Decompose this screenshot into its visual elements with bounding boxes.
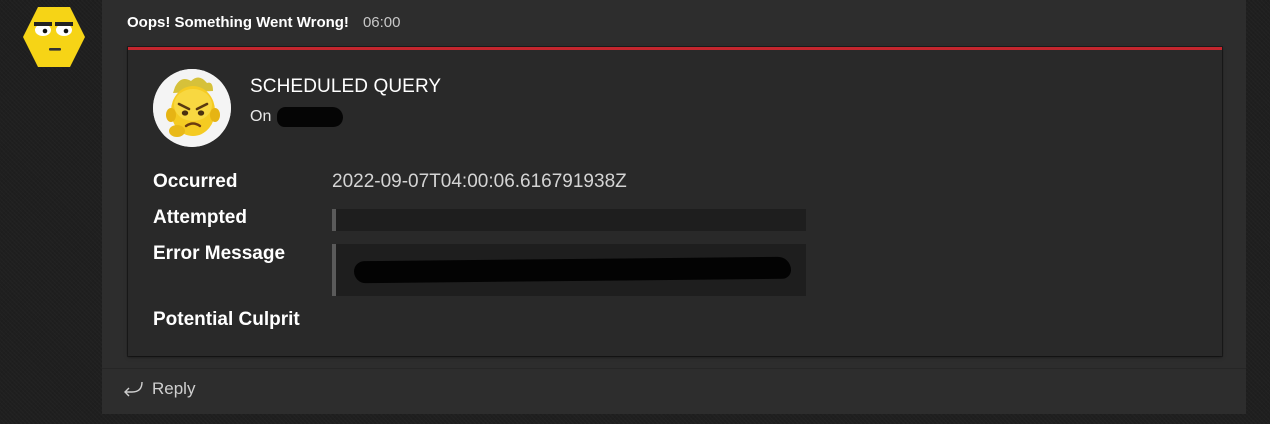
sender-avatar-icon[interactable]	[22, 6, 86, 68]
fact-label-potential-culprit: Potential Culprit	[153, 309, 300, 330]
message-header: Oops! Something Went Wrong! 06:00	[127, 14, 400, 31]
reply-bar: Reply	[102, 368, 1246, 414]
adaptive-card: SCHEDULED QUERY On Occurred 2022-09-07T0…	[128, 47, 1222, 356]
fact-value-error-message	[332, 244, 806, 296]
fact-label-error-message: Error Message	[153, 243, 286, 264]
fact-label-attempted: Attempted	[153, 207, 247, 228]
redaction-mark	[277, 107, 344, 127]
reply-arrow-icon	[122, 379, 144, 399]
fact-label-occurred: Occurred	[153, 171, 238, 192]
message-timestamp: 06:00	[362, 14, 401, 31]
card-subtitle: On	[250, 107, 344, 127]
card-subtitle-prefix: On	[250, 108, 272, 125]
reply-button[interactable]: Reply	[122, 379, 195, 399]
reply-label: Reply	[152, 379, 196, 398]
redaction-mark	[353, 256, 792, 284]
fact-value-occurred: 2022-09-07T04:00:06.616791938Z	[332, 171, 627, 192]
angry-face-icon	[153, 69, 231, 147]
fact-value-attempted	[332, 209, 806, 231]
sender-name[interactable]: Oops! Something Went Wrong!	[127, 14, 349, 31]
message-thread: Oops! Something Went Wrong! 06:00 SCHEDU…	[102, 0, 1246, 414]
card-title: SCHEDULED QUERY	[250, 76, 442, 97]
